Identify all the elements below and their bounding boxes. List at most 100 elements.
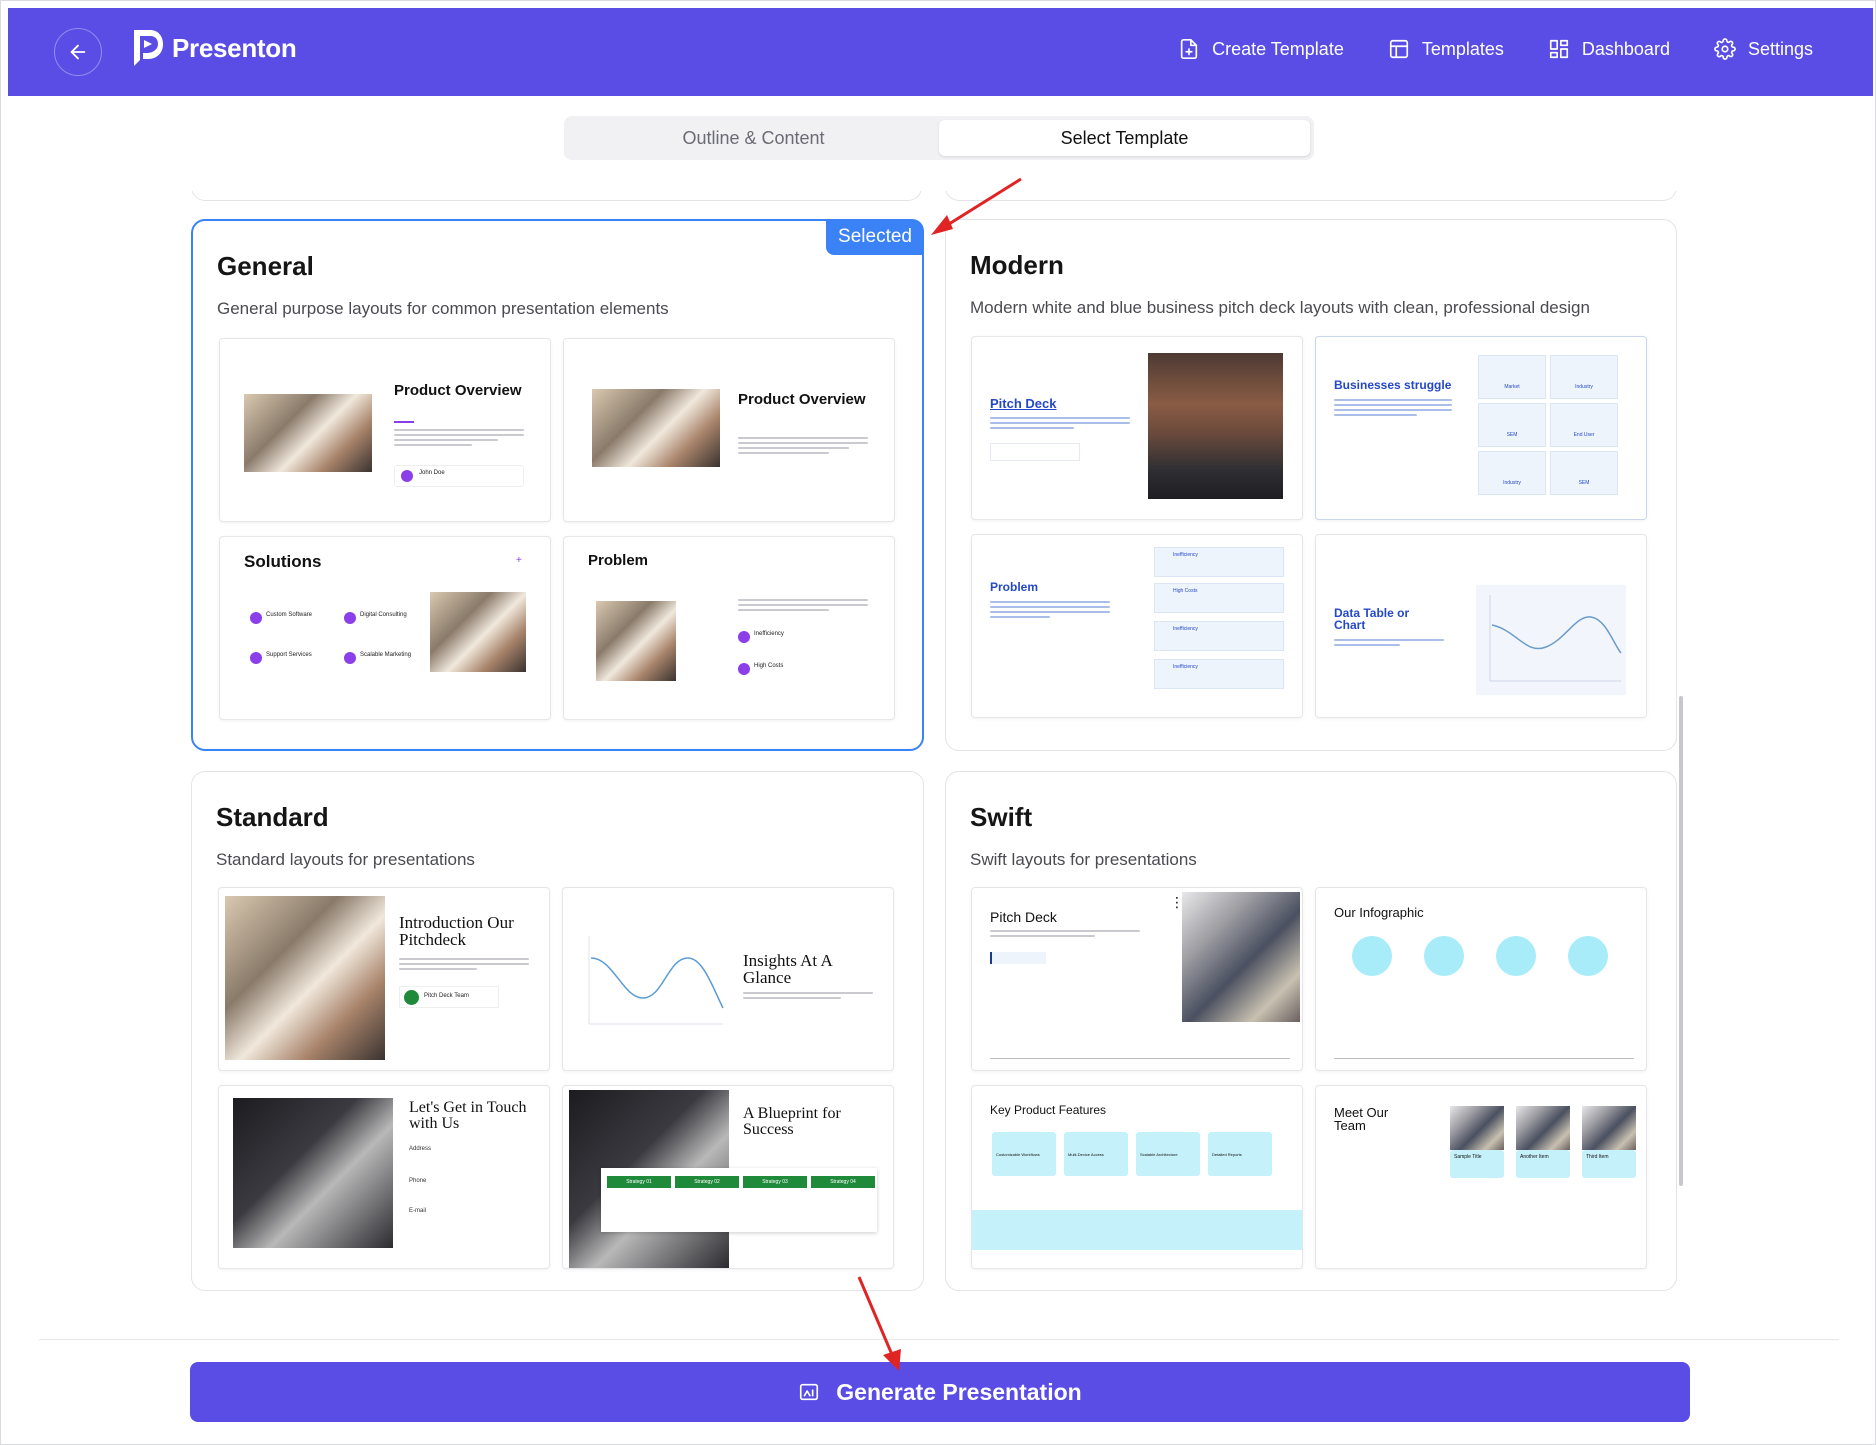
grid-icon (1549, 39, 1568, 59)
problem-row: Inefficiency (1154, 547, 1284, 577)
nav-dashboard[interactable]: Dashboard (1548, 38, 1670, 60)
high-costs-icon (738, 663, 750, 675)
template-card-swift[interactable]: Swift Swift layouts for presentations Pi… (945, 771, 1677, 1291)
office-photo (430, 592, 526, 672)
layout-thumbnail[interactable]: Data Table or Chart (1315, 534, 1647, 718)
thumb-title: Problem (588, 552, 649, 569)
body-text (738, 437, 868, 457)
travel-photo (1182, 892, 1300, 1022)
team-member-photo (1450, 1106, 1504, 1150)
thumb-title: Key Product Features (990, 1103, 1107, 1117)
tab-select-template[interactable]: Select Template (939, 120, 1310, 156)
layout-thumbnail[interactable]: A Blueprint for Success Strategy 01 Stra… (562, 1085, 894, 1269)
generate-button-label: Generate Presentation (836, 1378, 1082, 1405)
team-member-card: Another Item (1516, 1150, 1570, 1178)
nav-templates[interactable]: Templates (1388, 38, 1504, 60)
template-card-standard[interactable]: Standard Standard layouts for presentati… (191, 771, 924, 1291)
custom-software-icon (250, 612, 262, 624)
struggle-tile: SEM (1478, 403, 1546, 447)
generate-presentation-button[interactable]: Generate Presentation (190, 1362, 1690, 1422)
layout-thumbnail[interactable]: Meet Our Team Sample Title Another Item … (1315, 1085, 1647, 1269)
inefficiency-icon (738, 631, 750, 643)
scalable-marketing-icon (344, 652, 356, 664)
digital-consulting-icon (344, 612, 356, 624)
layout-icon (1389, 39, 1408, 59)
layout-thumbnail[interactable]: Insights At A Glance (562, 887, 894, 1071)
template-title: Modern (970, 250, 1064, 280)
body-text (990, 417, 1130, 432)
strategy-tag: Strategy 03 (743, 1176, 807, 1188)
template-list[interactable]: Selected General General purpose layouts… (191, 191, 1691, 1301)
body-text (738, 599, 868, 614)
layout-thumbnail[interactable]: Pitch Deck ⋮ (971, 887, 1303, 1071)
ai-image-icon (800, 1383, 819, 1401)
thumb-title: Problem (990, 580, 1039, 594)
struggle-tile: End User (1550, 403, 1618, 447)
tab-outline-content[interactable]: Outline & Content (568, 120, 939, 156)
solution-item: Support Services (266, 652, 312, 658)
body-text (990, 930, 1140, 940)
layout-thumbnail[interactable]: Introduction Our Pitchdeck Pitch Deck Te… (218, 887, 550, 1071)
template-description: Modern white and blue business pitch dec… (970, 298, 1590, 317)
template-description: General purpose layouts for common prese… (217, 299, 669, 318)
contact-label: Address (409, 1146, 432, 1152)
template-card-modern[interactable]: Modern Modern white and blue business pi… (945, 219, 1677, 751)
pdt-avatar-icon (404, 990, 419, 1005)
solution-item: Scalable Marketing (360, 652, 412, 658)
template-card-general[interactable]: Selected General General purpose layouts… (191, 219, 924, 751)
previous-card-edge (191, 191, 922, 201)
layout-thumbnail[interactable]: Let's Get in Touch with Us Address Phone… (218, 1085, 550, 1269)
body-text (394, 429, 524, 449)
thumb-title: Our Infographic (1334, 905, 1424, 920)
thumb-title: A Blueprint for Success (743, 1105, 841, 1138)
layout-thumbnail[interactable]: Pitch Deck (971, 336, 1303, 520)
layout-thumbnail[interactable]: Product Overview John Doe (219, 338, 551, 522)
footer-line (990, 1058, 1290, 1059)
back-button[interactable] (54, 28, 102, 76)
nav-label: Settings (1747, 38, 1813, 59)
author-chip (990, 952, 1046, 964)
problem-row: Inefficiency (1154, 659, 1284, 689)
thumb-title: Pitch Deck (990, 909, 1057, 925)
scrollbar-thumb[interactable] (1679, 696, 1683, 1186)
body-text (399, 958, 529, 973)
team-member-photo (1516, 1106, 1570, 1150)
team-member-photo (1582, 1106, 1636, 1150)
template-description: Swift layouts for presentations (970, 850, 1197, 869)
strategy-tag: Strategy 01 (607, 1176, 671, 1188)
office-photo (596, 601, 676, 681)
arrow-left-icon (70, 44, 86, 60)
strategy-tag: Strategy 02 (675, 1176, 739, 1188)
gear-icon (1714, 38, 1736, 60)
top-navbar: Presenton Create Template Templates Dash… (8, 8, 1873, 96)
team-member-card: Third Item (1582, 1150, 1636, 1178)
body-text (1334, 639, 1444, 649)
layout-thumbnail[interactable]: Problem Inefficiency High Costs (563, 536, 895, 720)
layout-thumbnail[interactable]: Problem Inefficiency High Costs Ineffici… (971, 534, 1303, 718)
contact-label: E-mail (409, 1208, 427, 1214)
layout-thumbnail[interactable]: Product Overview (563, 338, 895, 522)
layout-thumbnail[interactable]: Key Product Features Customizable Workfl… (971, 1085, 1303, 1269)
strategy-tag: Strategy 04 (811, 1176, 875, 1188)
solution-item: Digital Consulting (360, 612, 407, 618)
body-text (990, 601, 1110, 621)
app-window: Presenton Create Template Templates Dash… (0, 0, 1876, 1445)
nav-label: Templates (1421, 38, 1504, 59)
layout-thumbnail[interactable]: Our Infographic (1315, 887, 1647, 1071)
thumb-title: Insights At A Glance (743, 951, 832, 987)
nav-create-template[interactable]: Create Template (1178, 38, 1344, 60)
calendar-icon (1496, 936, 1536, 976)
author-chip: Pitch Deck Team (399, 986, 499, 1008)
app-name: Presenton (172, 32, 297, 63)
author-chip: John Doe (394, 465, 524, 487)
thumb-title: Product Overview (394, 382, 522, 399)
nav-settings[interactable]: Settings (1714, 38, 1813, 60)
app-logo[interactable]: Presenton (130, 28, 297, 68)
header-nav: Create Template Templates Dashboard Sett… (1178, 38, 1813, 60)
accent-underline (394, 421, 414, 423)
template-title: Standard (216, 802, 329, 832)
nav-label: Dashboard (1581, 38, 1670, 59)
layout-thumbnail[interactable]: Solutions + Custom Software Digital Cons… (219, 536, 551, 720)
layout-thumbnail[interactable]: Businesses struggle Market Industry SEM … (1315, 336, 1647, 520)
support-services-icon (250, 652, 262, 664)
